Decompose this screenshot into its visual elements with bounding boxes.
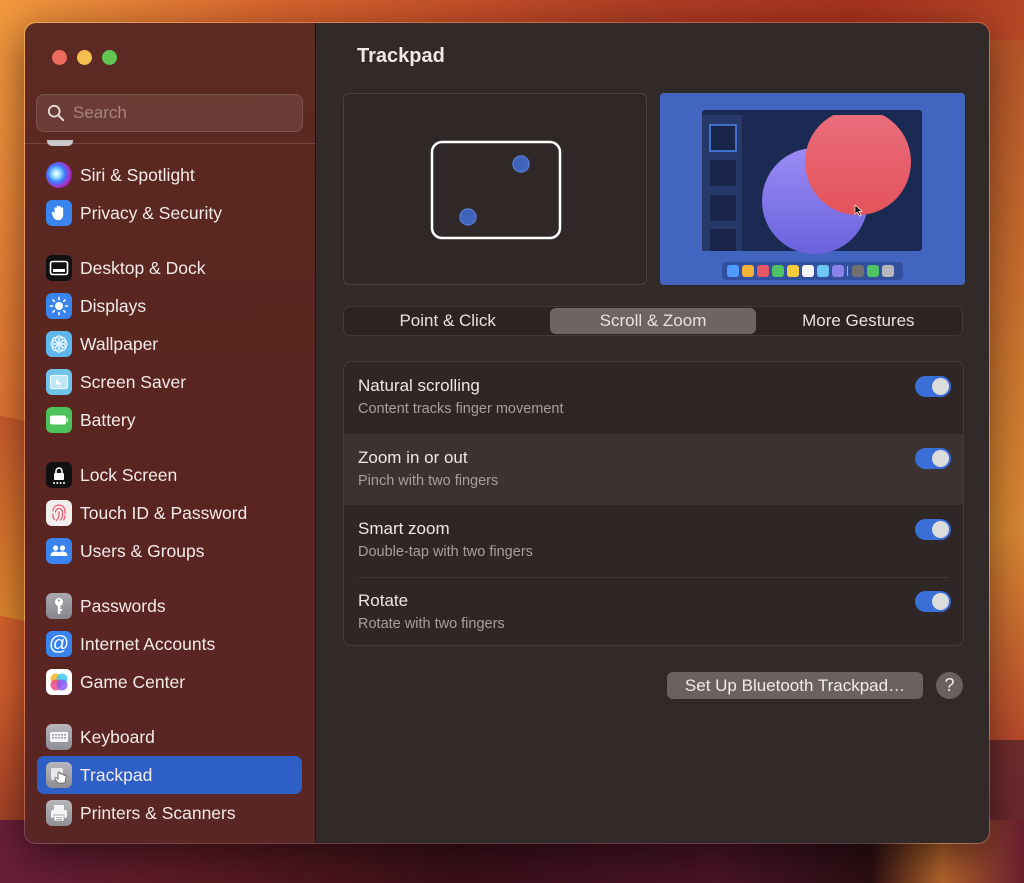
key-icon bbox=[46, 593, 72, 619]
toggle-knob bbox=[932, 378, 949, 395]
sidebar-item-printers-scanners[interactable]: Printers & Scanners bbox=[37, 794, 302, 832]
setting-subtitle: Pinch with two fingers bbox=[358, 472, 499, 489]
sidebar-item-label: Lock Screen bbox=[80, 464, 178, 485]
lock-icon bbox=[46, 462, 72, 488]
setting-row-natural-scrolling: Natural scrolling Content tracks finger … bbox=[344, 362, 963, 434]
minimize-window-button[interactable] bbox=[77, 50, 92, 65]
gesture-preview-animation bbox=[660, 93, 965, 285]
maximize-window-button[interactable] bbox=[102, 50, 117, 65]
sidebar-item-game-center[interactable]: Game Center bbox=[37, 663, 302, 701]
flower-icon bbox=[46, 331, 72, 357]
sidebar-item-displays[interactable]: Displays bbox=[37, 287, 302, 325]
tab-control: Point & Click Scroll & Zoom More Gesture… bbox=[343, 306, 963, 336]
zoom-in-out-toggle[interactable] bbox=[915, 447, 951, 469]
finger-point bbox=[459, 208, 477, 226]
rotate-toggle[interactable] bbox=[915, 590, 951, 612]
sidebar-item-users-groups[interactable]: Users & Groups bbox=[37, 532, 302, 570]
setting-row-smart-zoom: Smart zoom Double-tap with two fingers bbox=[344, 505, 963, 577]
sidebar-item-label: Printers & Scanners bbox=[80, 802, 236, 823]
fingerprint-icon bbox=[46, 500, 72, 526]
sidebar-item-desktop-dock[interactable]: Desktop & Dock bbox=[37, 249, 302, 287]
sidebar-item-label: Displays bbox=[80, 295, 147, 316]
sidebar-item-battery[interactable]: Battery bbox=[37, 401, 302, 439]
help-button[interactable]: ? bbox=[936, 672, 963, 699]
window-controls bbox=[52, 50, 117, 65]
smart-zoom-toggle[interactable] bbox=[915, 519, 951, 540]
setting-subtitle: Content tracks finger movement bbox=[358, 401, 564, 417]
sidebar-item-passwords[interactable]: Passwords bbox=[37, 587, 302, 625]
sidebar-item-touch-id-password[interactable]: Touch ID & Password bbox=[37, 494, 302, 532]
dock-icon bbox=[46, 255, 72, 281]
setting-subtitle: Double-tap with two fingers bbox=[358, 544, 533, 560]
toggle-knob bbox=[932, 592, 949, 610]
toggle-knob bbox=[932, 449, 949, 467]
sidebar-item-label: Privacy & Security bbox=[80, 202, 222, 223]
search-icon bbox=[47, 104, 65, 122]
sidebar-item-label: Touch ID & Password bbox=[80, 502, 248, 523]
setting-title: Smart zoom bbox=[358, 519, 450, 538]
search-input[interactable] bbox=[73, 103, 293, 123]
finger-point bbox=[512, 155, 530, 173]
setting-title: Zoom in or out bbox=[358, 447, 468, 467]
sidebar-item-label: Screen Saver bbox=[80, 371, 187, 392]
trackpad-icon bbox=[46, 762, 72, 788]
sidebar-item-label: Passwords bbox=[80, 595, 166, 616]
game-center-icon bbox=[46, 669, 72, 695]
sidebar-item-internet-accounts[interactable]: @ Internet Accounts bbox=[37, 625, 302, 663]
settings-window: Siri & Spotlight Privacy & Security Desk… bbox=[24, 22, 990, 844]
dock-preview bbox=[727, 265, 894, 277]
sidebar-item-label: Battery bbox=[80, 409, 136, 430]
setting-subtitle: Rotate with two fingers bbox=[358, 615, 505, 632]
setting-title: Rotate bbox=[358, 590, 409, 610]
trackpad-gesture-illustration bbox=[343, 93, 647, 285]
sidebar-item-wallpaper[interactable]: Wallpaper bbox=[37, 325, 302, 363]
sidebar-item-label: Keyboard bbox=[80, 726, 155, 747]
siri-icon bbox=[46, 162, 72, 188]
set-up-bluetooth-trackpad-button[interactable]: Set Up Bluetooth Trackpad… bbox=[667, 672, 923, 699]
setting-title: Natural scrolling bbox=[358, 376, 480, 395]
sidebar-item-privacy-security[interactable]: Privacy & Security bbox=[37, 194, 302, 232]
sidebar-item-siri-spotlight[interactable]: Siri & Spotlight bbox=[37, 156, 302, 194]
hand-icon bbox=[46, 200, 72, 226]
sidebar-item-label: Users & Groups bbox=[80, 540, 205, 561]
setting-row-zoom-in-out: Zoom in or out Pinch with two fingers bbox=[344, 433, 963, 505]
row-divider bbox=[358, 576, 949, 578]
search-field[interactable] bbox=[36, 94, 303, 132]
sidebar-item-lock-screen[interactable]: Lock Screen bbox=[37, 456, 302, 494]
printer-icon bbox=[46, 800, 72, 826]
sidebar-item-label: Desktop & Dock bbox=[80, 257, 206, 278]
sidebar-item-keyboard[interactable]: Keyboard bbox=[37, 718, 302, 756]
screen-saver-icon bbox=[46, 369, 72, 395]
tab-point-click[interactable]: Point & Click bbox=[345, 308, 550, 334]
tab-more-gestures[interactable]: More Gestures bbox=[756, 308, 961, 334]
sidebar-divider bbox=[25, 143, 315, 144]
trackpad-diagram bbox=[430, 140, 562, 240]
sidebar-nav: Siri & Spotlight Privacy & Security Desk… bbox=[37, 156, 302, 832]
sidebar-item-label: Game Center bbox=[80, 671, 186, 692]
desktop-preview bbox=[660, 93, 965, 285]
settings-list: Natural scrolling Content tracks finger … bbox=[343, 361, 964, 646]
natural-scrolling-toggle[interactable] bbox=[915, 376, 951, 397]
sidebar-item-label: Siri & Spotlight bbox=[80, 164, 195, 185]
sun-icon bbox=[46, 293, 72, 319]
sidebar-item-screen-saver[interactable]: Screen Saver bbox=[37, 363, 302, 401]
sidebar-item-label: Wallpaper bbox=[80, 333, 159, 354]
sidebar-item-trackpad[interactable]: Trackpad bbox=[37, 756, 302, 794]
battery-icon bbox=[46, 407, 72, 433]
page-title: Trackpad bbox=[357, 45, 445, 67]
at-icon: @ bbox=[46, 631, 72, 657]
sidebar-item-label: Internet Accounts bbox=[80, 633, 216, 654]
close-window-button[interactable] bbox=[52, 50, 67, 65]
sidebar-item-label: Trackpad bbox=[80, 764, 153, 785]
main-panel: Trackpad Point & Click Scroll & Zoom Mor… bbox=[316, 23, 989, 843]
tab-scroll-zoom[interactable]: Scroll & Zoom bbox=[550, 308, 756, 334]
users-icon bbox=[46, 538, 72, 564]
wallpaper-shape bbox=[984, 40, 1024, 740]
toggle-knob bbox=[932, 521, 949, 538]
setting-row-rotate: Rotate Rotate with two fingers bbox=[344, 576, 963, 646]
sidebar: Siri & Spotlight Privacy & Security Desk… bbox=[25, 23, 316, 843]
keyboard-icon bbox=[46, 724, 72, 750]
